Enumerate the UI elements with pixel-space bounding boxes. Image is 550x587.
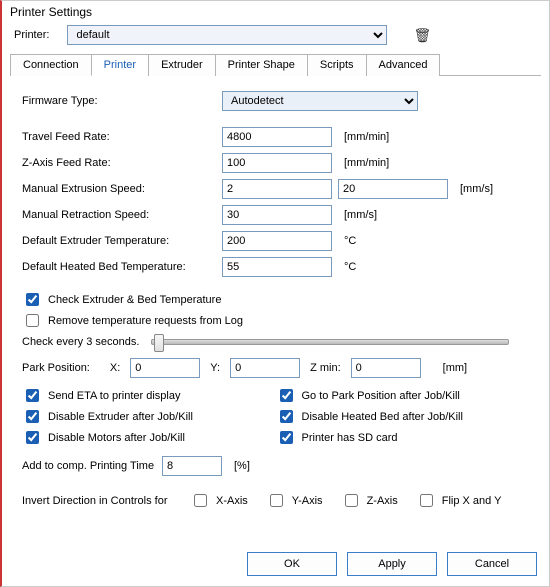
manual-retr-input[interactable] bbox=[222, 205, 332, 225]
invert-label: Invert Direction in Controls for bbox=[22, 495, 172, 507]
disable-bed-label: Disable Heated Bed after Job/Kill bbox=[302, 411, 463, 423]
park-x-input[interactable] bbox=[130, 358, 200, 378]
window-title: Printer Settings bbox=[2, 1, 549, 21]
check-every-slider[interactable] bbox=[151, 339, 509, 345]
tab-extruder[interactable]: Extruder bbox=[148, 54, 216, 76]
remove-log-checkbox[interactable] bbox=[26, 314, 39, 327]
z-feed-label: Z-Axis Feed Rate: bbox=[22, 157, 222, 169]
invert-y-label: Y-Axis bbox=[292, 495, 323, 507]
disable-ext-label: Disable Extruder after Job/Kill bbox=[48, 411, 193, 423]
bed-temp-label: Default Heated Bed Temperature: bbox=[22, 261, 222, 273]
park-y-input[interactable] bbox=[230, 358, 300, 378]
unit-deg-c: °C bbox=[344, 261, 356, 273]
check-every-label: Check every 3 seconds. bbox=[22, 336, 139, 348]
printer-select[interactable]: default bbox=[67, 25, 387, 45]
invert-x-checkbox[interactable] bbox=[194, 494, 207, 507]
firmware-select[interactable]: Autodetect bbox=[222, 91, 418, 111]
unit-mm-s: [mm/s] bbox=[460, 183, 493, 195]
manual-ext-input-1[interactable] bbox=[222, 179, 332, 199]
unit-mm-min: [mm/min] bbox=[344, 157, 389, 169]
invert-z-checkbox[interactable] bbox=[345, 494, 358, 507]
send-eta-label: Send ETA to printer display bbox=[48, 390, 180, 402]
delete-printer-icon[interactable]: 🗑 bbox=[413, 27, 431, 44]
ext-temp-input[interactable] bbox=[222, 231, 332, 251]
ext-temp-label: Default Extruder Temperature: bbox=[22, 235, 222, 247]
invert-x-label: X-Axis bbox=[216, 495, 248, 507]
invert-z-label: Z-Axis bbox=[367, 495, 398, 507]
has-sd-label: Printer has SD card bbox=[302, 432, 398, 444]
disable-mot-checkbox[interactable] bbox=[26, 431, 39, 444]
manual-ext-input-2[interactable] bbox=[338, 179, 448, 199]
travel-feed-label: Travel Feed Rate: bbox=[22, 131, 222, 143]
manual-ext-label: Manual Extrusion Speed: bbox=[22, 183, 222, 195]
unit-mm-s: [mm/s] bbox=[344, 209, 377, 221]
tab-connection[interactable]: Connection bbox=[10, 54, 92, 76]
add-time-label: Add to comp. Printing Time bbox=[22, 460, 162, 472]
disable-ext-checkbox[interactable] bbox=[26, 410, 39, 423]
tab-advanced[interactable]: Advanced bbox=[366, 54, 441, 76]
park-z-label: Z min: bbox=[310, 362, 341, 374]
cancel-button[interactable]: Cancel bbox=[447, 552, 537, 576]
apply-button[interactable]: Apply bbox=[347, 552, 437, 576]
flip-xy-checkbox[interactable] bbox=[420, 494, 433, 507]
flip-xy-label: Flip X and Y bbox=[442, 495, 502, 507]
travel-feed-input[interactable] bbox=[222, 127, 332, 147]
disable-mot-label: Disable Motors after Job/Kill bbox=[48, 432, 185, 444]
printer-label: Printer: bbox=[14, 29, 49, 41]
tab-printer-shape[interactable]: Printer Shape bbox=[215, 54, 308, 76]
disable-bed-checkbox[interactable] bbox=[280, 410, 293, 423]
z-feed-input[interactable] bbox=[222, 153, 332, 173]
firmware-label: Firmware Type: bbox=[22, 95, 222, 107]
park-x-label: X: bbox=[110, 362, 120, 374]
unit-deg-c: °C bbox=[344, 235, 356, 247]
go-park-label: Go to Park Position after Job/Kill bbox=[302, 390, 460, 402]
remove-log-label: Remove temperature requests from Log bbox=[48, 315, 243, 327]
park-pos-label: Park Position: bbox=[22, 362, 90, 374]
invert-y-checkbox[interactable] bbox=[270, 494, 283, 507]
unit-pct: [%] bbox=[234, 460, 250, 472]
check-temp-checkbox[interactable] bbox=[26, 293, 39, 306]
go-park-checkbox[interactable] bbox=[280, 389, 293, 402]
park-y-label: Y: bbox=[210, 362, 220, 374]
park-z-input[interactable] bbox=[351, 358, 421, 378]
bed-temp-input[interactable] bbox=[222, 257, 332, 277]
add-time-input[interactable] bbox=[162, 456, 222, 476]
has-sd-checkbox[interactable] bbox=[280, 431, 293, 444]
unit-mm: [mm] bbox=[443, 362, 467, 374]
check-temp-label: Check Extruder & Bed Temperature bbox=[48, 294, 221, 306]
slider-thumb[interactable] bbox=[154, 334, 164, 352]
ok-button[interactable]: OK bbox=[247, 552, 337, 576]
unit-mm-min: [mm/min] bbox=[344, 131, 389, 143]
send-eta-checkbox[interactable] bbox=[26, 389, 39, 402]
manual-retr-label: Manual Retraction Speed: bbox=[22, 209, 222, 221]
tab-printer[interactable]: Printer bbox=[91, 54, 149, 76]
tab-scripts[interactable]: Scripts bbox=[307, 54, 367, 76]
